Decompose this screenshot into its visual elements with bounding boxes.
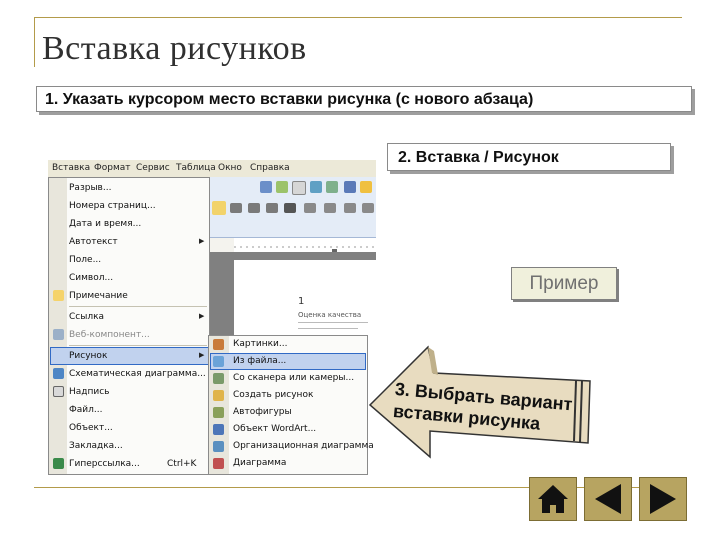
textbox-icon <box>53 386 64 397</box>
example-button[interactable]: Пример <box>511 267 617 300</box>
text-line <box>298 322 368 323</box>
toolbar-icon[interactable] <box>326 181 338 193</box>
chart-icon <box>213 458 224 469</box>
frame-top-line <box>34 17 682 18</box>
from-file-icon <box>213 356 224 367</box>
word-screenshot: Вставка Формат Сервис Таблица Окно Справ… <box>48 160 376 475</box>
submenu-item-autoshapes[interactable]: Автофигуры <box>233 404 292 421</box>
next-arrow-icon <box>650 484 676 514</box>
menu-item-date-time[interactable]: Дата и время... <box>69 215 141 233</box>
menu-help[interactable]: Справка <box>250 163 290 173</box>
menu-format[interactable]: Формат <box>94 163 131 173</box>
frame-left-line <box>34 17 35 67</box>
step1-box: 1. Указать курсором место вставки рисунк… <box>36 86 692 112</box>
toolbar-icon[interactable] <box>292 181 306 195</box>
menubar: Вставка Формат Сервис Таблица Окно Справ… <box>48 160 376 177</box>
insert-menu: Разрыв... Номера страниц... Дата и время… <box>48 177 210 475</box>
menu-item-web-component[interactable]: Веб-компонент... <box>69 326 150 344</box>
toolbar-icon[interactable] <box>276 181 288 193</box>
menu-item-bookmark[interactable]: Закладка... <box>69 437 123 455</box>
justify-icon[interactable] <box>284 203 296 213</box>
text-line <box>298 328 358 329</box>
new-drawing-icon <box>213 390 224 401</box>
align-left-icon[interactable] <box>230 203 242 213</box>
submenu-item-new-drawing[interactable]: Создать рисунок <box>233 387 313 404</box>
toolbar-icon[interactable] <box>344 181 356 193</box>
prev-button[interactable] <box>584 477 632 521</box>
submenu-item-clipart[interactable]: Картинки... <box>233 336 287 353</box>
menu-item-field[interactable]: Поле... <box>69 251 101 269</box>
indent-icon[interactable] <box>344 203 356 213</box>
menu-item-picture[interactable]: Рисунок <box>69 347 107 365</box>
submenu-arrow-icon: ▶ <box>199 351 205 359</box>
submenu-arrow-icon: ▶ <box>199 237 205 245</box>
submenu-item-from-file[interactable]: Из файла... <box>233 353 286 370</box>
autoshapes-icon <box>213 407 224 418</box>
prev-arrow-icon <box>595 484 621 514</box>
shortcut-label: Ctrl+K <box>167 459 197 469</box>
list-icon[interactable] <box>324 203 336 213</box>
picture-submenu: Картинки... Из файла... Со сканера или к… <box>208 335 374 475</box>
document-text: Оценка качества <box>298 311 362 319</box>
org-chart-icon <box>213 441 224 452</box>
menu-item-comment[interactable]: Примечание <box>69 287 128 305</box>
menu-separator <box>69 306 207 307</box>
note-icon <box>53 290 64 301</box>
menu-separator <box>69 345 207 346</box>
menu-item-reference[interactable]: Ссылка <box>69 308 104 326</box>
clipart-icon <box>213 339 224 350</box>
wordart-icon <box>213 424 224 435</box>
hyperlink-icon <box>53 458 64 469</box>
menu-item-textbox[interactable]: Надпись <box>69 383 110 401</box>
diagram-icon <box>53 368 64 379</box>
menu-item-hyperlink[interactable]: Гиперссылка... <box>69 455 140 473</box>
menu-tools[interactable]: Сервис <box>136 163 170 173</box>
menu-item-symbol[interactable]: Символ... <box>69 269 113 287</box>
menu-item-autotext[interactable]: Автотекст <box>69 233 118 251</box>
submenu-arrow-icon: ▶ <box>199 312 205 320</box>
spacing-icon[interactable] <box>304 203 316 213</box>
align-center-icon[interactable] <box>248 203 260 213</box>
ruler <box>234 238 376 253</box>
submenu-item-wordart[interactable]: Объект WordArt... <box>233 421 316 438</box>
toolbar-icon[interactable] <box>360 181 372 193</box>
submenu-item-chart[interactable]: Диаграмма <box>233 455 286 472</box>
toolbar-icon[interactable] <box>310 181 322 193</box>
toolbar-icon[interactable] <box>260 181 272 193</box>
menu-item-object[interactable]: Объект... <box>69 419 113 437</box>
ruler-ticks <box>234 246 376 253</box>
toolbar-icon[interactable] <box>212 201 226 215</box>
scanner-icon <box>213 373 224 384</box>
home-icon <box>538 485 568 513</box>
menu-item-file[interactable]: Файл... <box>69 401 102 419</box>
align-right-icon[interactable] <box>266 203 278 213</box>
menu-item-diagram[interactable]: Схематическая диаграмма... <box>69 365 206 383</box>
menu-insert[interactable]: Вставка <box>52 163 90 173</box>
page-number: 1 <box>298 296 305 307</box>
submenu-item-org-chart[interactable]: Организационная диаграмма <box>233 438 374 455</box>
menu-icon-column <box>49 178 67 474</box>
next-button[interactable] <box>639 477 687 521</box>
menu-item-page-numbers[interactable]: Номера страниц... <box>69 197 156 215</box>
menu-item-break[interactable]: Разрыв... <box>69 179 111 197</box>
submenu-item-scanner[interactable]: Со сканера или камеры... <box>233 370 354 387</box>
slide-title: Вставка рисунков <box>42 30 307 67</box>
menu-window[interactable]: Окно <box>218 163 242 173</box>
step2-box: 2. Вставка / Рисунок <box>387 143 671 171</box>
indent-icon[interactable] <box>362 203 374 213</box>
home-button[interactable] <box>529 477 577 521</box>
menu-table[interactable]: Таблица <box>176 163 216 173</box>
toolbar <box>208 177 376 238</box>
web-component-icon <box>53 329 64 340</box>
